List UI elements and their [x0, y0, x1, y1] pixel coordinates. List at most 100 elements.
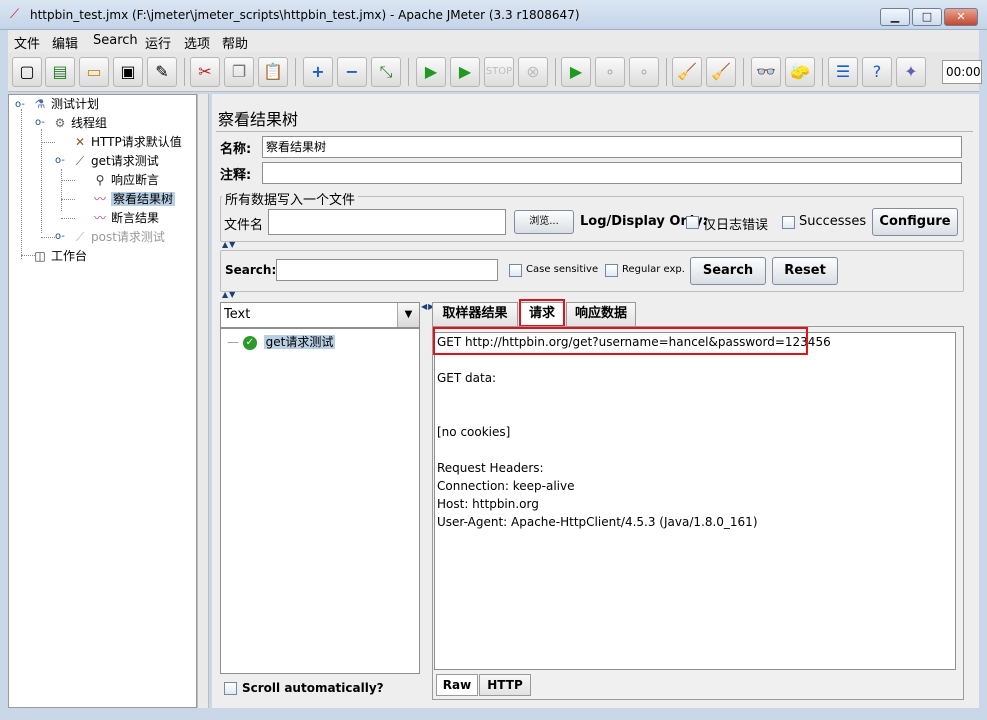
- request-line: Host: httpbin.org: [437, 497, 539, 511]
- graph-icon: 〰: [93, 211, 106, 225]
- menu-options[interactable]: 选项: [184, 33, 210, 52]
- menu-edit[interactable]: 编辑: [52, 33, 78, 52]
- regex-checkbox[interactable]: [605, 264, 618, 277]
- scroll-auto-checkbox[interactable]: [224, 682, 237, 695]
- flask-icon: ⚗: [34, 97, 46, 111]
- new-icon[interactable]: ▢: [12, 57, 42, 87]
- cut-icon[interactable]: ✂: [190, 57, 220, 87]
- split-arrow-icon[interactable]: ▲▼: [222, 290, 236, 299]
- tree-item-post-request[interactable]: ⟋ post请求测试: [71, 228, 165, 246]
- reset-button[interactable]: Reset: [772, 257, 838, 285]
- tree-item-get-request[interactable]: ⟋ get请求测试: [71, 152, 159, 170]
- tree-item-http-defaults[interactable]: ✕ HTTP请求默认值: [71, 133, 182, 151]
- menu-file[interactable]: 文件: [14, 33, 40, 52]
- tab-sampler-result[interactable]: 取样器结果: [432, 302, 518, 326]
- tree-item-view-results-tree[interactable]: 〰察看结果树: [91, 190, 176, 208]
- expander-toggle[interactable]: o-: [55, 231, 65, 242]
- open-icon[interactable]: ▭: [79, 57, 109, 87]
- renderer-value: Text: [224, 307, 251, 322]
- page-title: 察看结果树: [218, 110, 299, 129]
- expander-toggle[interactable]: o-: [15, 99, 25, 110]
- binoculars-icon[interactable]: 👓: [751, 57, 781, 87]
- search-button[interactable]: Search: [690, 257, 766, 285]
- shutdown-icon[interactable]: ⊗: [518, 57, 548, 87]
- renderer-select[interactable]: Text ▼: [220, 302, 420, 328]
- menu-help[interactable]: 帮助: [222, 33, 248, 52]
- scroll-auto-row: Scroll automatically?: [220, 676, 420, 700]
- browse-button[interactable]: 浏览...: [514, 210, 574, 234]
- pipette-icon: ⟋: [75, 230, 85, 244]
- split-divider[interactable]: [197, 94, 209, 708]
- workbench-icon: ◫: [34, 249, 46, 263]
- expander-toggle[interactable]: o-: [55, 155, 65, 166]
- window-bottom-frame: [0, 708, 987, 720]
- filename-label: 文件名: [224, 218, 264, 233]
- stop-icon[interactable]: STOP: [484, 57, 514, 87]
- tab-http[interactable]: HTTP: [479, 674, 531, 696]
- list-item[interactable]: — ✓ get请求测试: [227, 333, 336, 351]
- clear-all-icon[interactable]: 🧹: [706, 57, 736, 87]
- toggle-icon[interactable]: ⤡: [371, 57, 401, 87]
- name-label: 名称:: [220, 142, 252, 157]
- menu-bar: 文件 编辑 Search 运行 选项 帮助: [8, 30, 979, 52]
- errors-only-label: 仅日志错误: [703, 218, 769, 233]
- comment-field[interactable]: [262, 162, 962, 184]
- start-no-pauses-icon[interactable]: ▶: [450, 57, 480, 87]
- configure-button[interactable]: Configure: [872, 208, 958, 236]
- magnifier-icon: ⚲: [95, 173, 105, 187]
- maximize-button[interactable]: □: [912, 8, 942, 26]
- tools-icon: ✕: [74, 135, 86, 149]
- tree-item-response-assertion[interactable]: ⚲ 响应断言: [91, 171, 159, 189]
- expander-toggle[interactable]: o-: [35, 117, 45, 128]
- minimize-button[interactable]: ▁: [880, 8, 910, 26]
- successes-label: Successes: [799, 214, 867, 229]
- pipette-icon: ⟋: [75, 154, 85, 168]
- elapsed-timer: 00:00:: [942, 60, 982, 84]
- successes-checkbox[interactable]: [782, 216, 795, 229]
- tab-raw[interactable]: Raw: [436, 674, 478, 696]
- logger-icon[interactable]: ✦: [896, 57, 926, 87]
- collapse-icon[interactable]: −: [337, 57, 367, 87]
- function-helper-icon[interactable]: ☰: [828, 57, 858, 87]
- errors-only-checkbox[interactable]: [686, 216, 699, 229]
- clear-icon[interactable]: 🧹: [672, 57, 702, 87]
- file-group-title: 所有数据写入一个文件: [222, 189, 359, 208]
- chevron-down-icon[interactable]: ▼: [397, 303, 419, 327]
- tree-item-assertion-results[interactable]: 〰断言结果: [91, 209, 159, 227]
- remote-stop-icon[interactable]: ∘: [595, 57, 625, 87]
- regex-label: Regular exp.: [622, 264, 685, 275]
- request-text-area[interactable]: GET http://httpbin.org/get?username=hanc…: [434, 332, 956, 670]
- help-icon[interactable]: ?: [862, 57, 892, 87]
- tab-response-data[interactable]: 响应数据: [566, 302, 636, 326]
- comment-label: 注释:: [220, 168, 252, 183]
- search-label: Search:: [225, 263, 277, 277]
- filename-field[interactable]: [268, 209, 506, 235]
- case-sensitive-checkbox[interactable]: [509, 264, 522, 277]
- request-line: [no cookies]: [437, 425, 511, 439]
- results-list[interactable]: — ✓ get请求测试: [220, 328, 420, 674]
- request-line: Request Headers:: [437, 461, 544, 475]
- remote-start-icon[interactable]: ▶: [561, 57, 591, 87]
- gear-icon: ⚙: [54, 116, 66, 130]
- remote-shutdown-icon[interactable]: ∘: [629, 57, 659, 87]
- paste-icon[interactable]: 📋: [258, 57, 288, 87]
- expand-icon[interactable]: +: [303, 57, 333, 87]
- copy-icon[interactable]: ❐: [224, 57, 254, 87]
- start-icon[interactable]: ▶: [416, 57, 446, 87]
- templates-icon[interactable]: ▤: [45, 57, 75, 87]
- save-as-icon[interactable]: ✎: [147, 57, 177, 87]
- request-line: User-Agent: Apache-HttpClient/4.5.3 (Jav…: [437, 515, 758, 529]
- toolbar: ▢ ▤ ▭ ▣ ✎ ✂ ❐ 📋 + − ⤡ ▶ ▶ STOP ⊗ ▶ ∘ ∘ 🧹…: [8, 52, 982, 92]
- search-input[interactable]: [276, 259, 498, 281]
- save-icon[interactable]: ▣: [113, 57, 143, 87]
- tree-item-test-plan[interactable]: ⚗ 测试计划: [31, 95, 99, 113]
- reset-search-icon[interactable]: 🧽: [785, 57, 815, 87]
- split-arrow-icon[interactable]: ▲▼: [222, 240, 236, 249]
- menu-search[interactable]: Search: [93, 33, 138, 48]
- tree-item-thread-group[interactable]: ⚙ 线程组: [51, 114, 107, 132]
- close-button[interactable]: ✕: [944, 8, 978, 26]
- test-plan-tree[interactable]: o- o- o- o- ⚗ 测试计划 ⚙ 线程组 ✕ HTTP请求默认值 ⟋ get请求…: [8, 94, 197, 708]
- tree-item-workbench[interactable]: ◫ 工作台: [31, 247, 87, 265]
- name-field[interactable]: 察看结果树: [262, 136, 962, 158]
- menu-run[interactable]: 运行: [145, 33, 171, 52]
